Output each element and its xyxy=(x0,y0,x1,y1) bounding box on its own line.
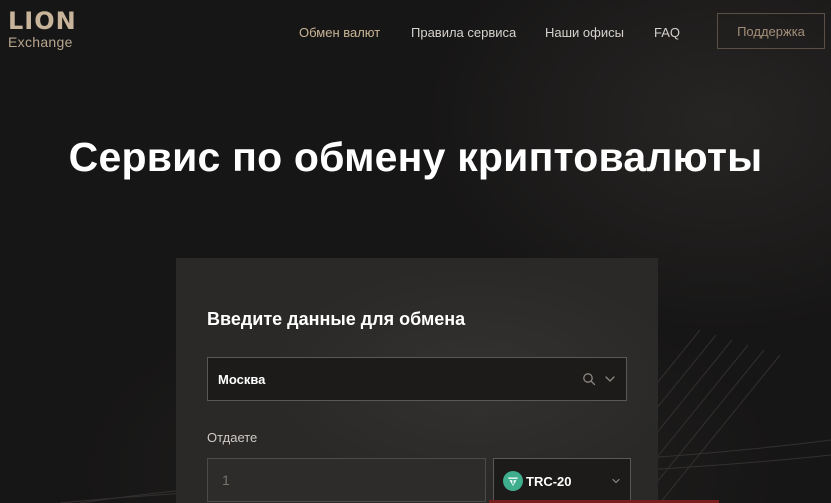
city-select[interactable]: Москва xyxy=(207,357,627,401)
nav-item-faq[interactable]: FAQ xyxy=(654,25,680,40)
give-amount-input[interactable] xyxy=(207,458,486,502)
nav-item-rules[interactable]: Правила сервиса xyxy=(411,25,516,40)
search-icon[interactable] xyxy=(582,372,596,386)
give-currency-value: TRC-20 xyxy=(526,474,572,489)
logo[interactable]: LION Exchange xyxy=(8,9,77,49)
chevron-down-icon[interactable] xyxy=(604,373,616,385)
give-currency-select[interactable]: TRC-20 xyxy=(493,458,631,502)
city-value: Москва xyxy=(218,372,266,387)
nav-item-exchange[interactable]: Обмен валют xyxy=(299,25,380,40)
logo-title: LION xyxy=(8,7,77,35)
chevron-down-icon xyxy=(612,478,620,484)
nav-item-offices[interactable]: Наши офисы xyxy=(545,25,624,40)
tether-icon xyxy=(503,471,523,491)
exchange-form-title: Введите данные для обмена xyxy=(207,309,466,329)
page-title: Сервис по обмену криптовалюты xyxy=(68,134,763,180)
exchange-page: LION Exchange Обмен валют Правила сервис… xyxy=(0,0,831,503)
exchange-card: Введите данные для обмена Москва Отдаете… xyxy=(176,258,658,503)
give-label: Отдаете xyxy=(207,430,258,445)
support-button[interactable]: Поддержка xyxy=(717,13,825,49)
logo-subtitle: Exchange xyxy=(8,34,73,50)
